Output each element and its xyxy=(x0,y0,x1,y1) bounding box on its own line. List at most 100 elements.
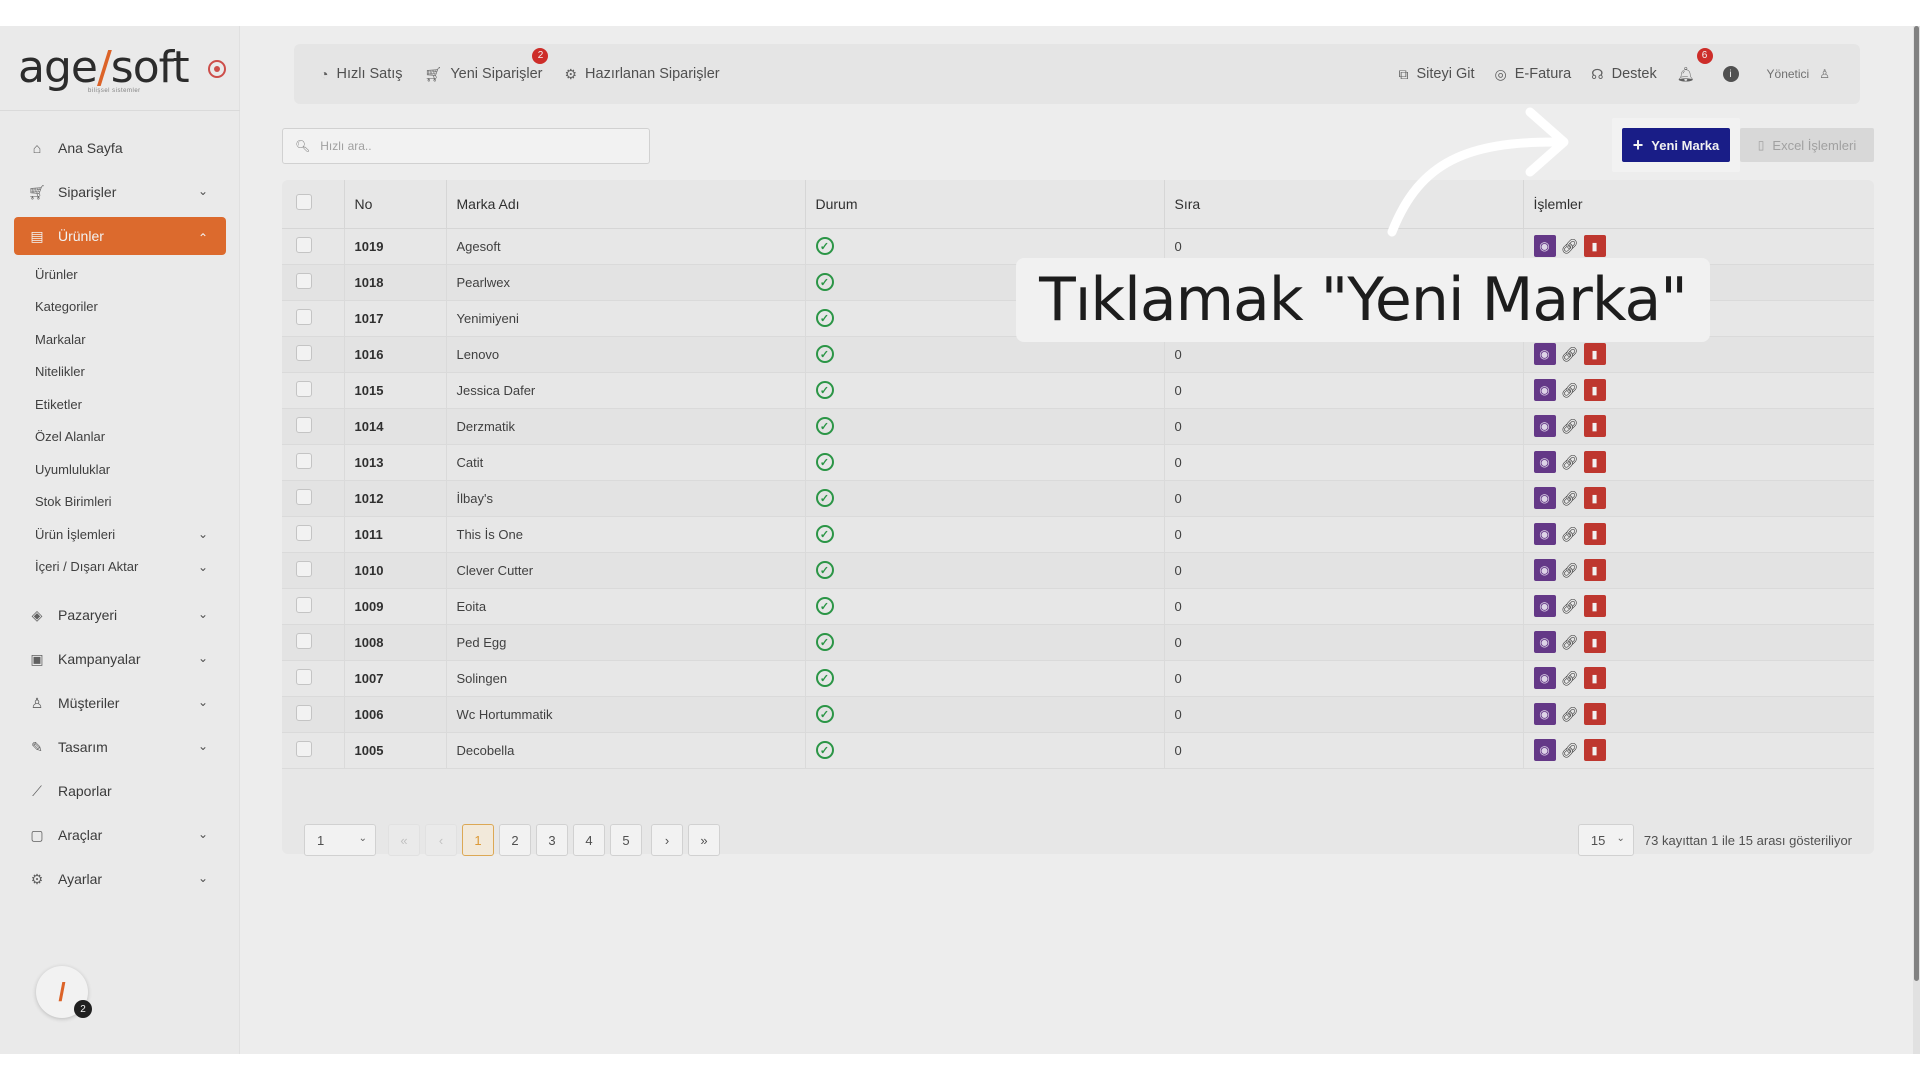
sub-item-urunler[interactable]: Ürünler xyxy=(14,258,226,291)
sub-item-etiketler[interactable]: Etiketler xyxy=(14,388,226,421)
view-button[interactable]: ◉ xyxy=(1533,523,1556,545)
topbar-destek[interactable]: ☊ Destek xyxy=(1591,66,1657,83)
delete-button[interactable]: ▮ xyxy=(1583,739,1606,761)
row-checkbox[interactable] xyxy=(296,740,312,757)
row-checkbox[interactable] xyxy=(296,344,312,361)
link-button[interactable]: 🔗︎ xyxy=(1558,559,1582,581)
delete-button[interactable]: ▮ xyxy=(1583,523,1606,545)
delete-button[interactable]: ▮ xyxy=(1583,415,1606,437)
page-button-5[interactable]: 5 xyxy=(610,824,642,856)
row-checkbox[interactable] xyxy=(296,380,312,397)
sidebar-item-araclar[interactable]: ▢ Araçlar ⌄ xyxy=(14,813,226,857)
target-icon[interactable] xyxy=(208,60,226,78)
sub-item-ozel-alanlar[interactable]: Özel Alanlar xyxy=(14,421,226,454)
sidebar-item-raporlar[interactable]: ⟋ Raporlar xyxy=(14,769,226,813)
link-button[interactable]: 🔗︎ xyxy=(1558,523,1582,545)
link-button[interactable]: 🔗︎ xyxy=(1558,343,1582,365)
row-checkbox[interactable] xyxy=(296,596,312,613)
view-button[interactable]: ◉ xyxy=(1533,559,1556,581)
view-button[interactable]: ◉ xyxy=(1533,595,1556,617)
view-button[interactable]: ◉ xyxy=(1533,739,1556,761)
page-button-4[interactable]: 4 xyxy=(573,824,605,856)
sub-item-iceri-disari-aktar[interactable]: İçeri / Dışarı Aktar ⌄ xyxy=(14,551,226,584)
sub-item-kategoriler[interactable]: Kategoriler xyxy=(14,291,226,324)
first-page-button[interactable]: « xyxy=(388,824,420,856)
per-page-select[interactable]: 15 ⌄ xyxy=(1577,824,1634,856)
sidebar-item-kampanyalar[interactable]: ▣ Kampanyalar ⌄ xyxy=(14,637,226,681)
sub-item-markalar[interactable]: Markalar xyxy=(14,323,226,356)
select-all-checkbox[interactable] xyxy=(296,194,312,211)
delete-button[interactable]: ▮ xyxy=(1583,559,1606,581)
header-no[interactable]: No xyxy=(344,180,447,229)
notifications[interactable]: 🔔︎ 6 xyxy=(1677,47,1713,83)
delete-button[interactable]: ▮ xyxy=(1583,595,1606,617)
link-button[interactable]: 🔗︎ xyxy=(1558,739,1582,761)
sub-item-urun-islemleri[interactable]: Ürün İşlemleri ⌄ xyxy=(14,518,226,551)
delete-button[interactable]: ▮ xyxy=(1583,451,1606,473)
scrollbar-thumb[interactable] xyxy=(1914,26,1919,981)
view-button[interactable]: ◉ xyxy=(1533,451,1556,473)
sub-item-nitelikler[interactable]: Nitelikler xyxy=(14,356,226,389)
row-checkbox[interactable] xyxy=(296,452,312,469)
delete-button[interactable]: ▮ xyxy=(1583,487,1606,509)
sidebar-item-urunler[interactable]: ▤ Ürünler ⌃ xyxy=(14,217,226,255)
row-checkbox[interactable] xyxy=(296,668,312,685)
row-checkbox[interactable] xyxy=(296,560,312,577)
topbar-yeni-siparisler[interactable]: 🛒︎ Yeni Siparişler 2 xyxy=(425,47,549,83)
topbar-hizli-satis[interactable]: ◔ Hızlı Satış xyxy=(320,66,403,82)
row-checkbox[interactable] xyxy=(296,488,312,505)
row-checkbox[interactable] xyxy=(296,524,312,541)
delete-button[interactable]: ▮ xyxy=(1583,343,1606,365)
view-button[interactable]: ◉ xyxy=(1533,379,1556,401)
delete-button[interactable]: ▮ xyxy=(1583,703,1606,725)
page-button-2[interactable]: 2 xyxy=(499,824,531,856)
delete-button[interactable]: ▮ xyxy=(1583,235,1606,257)
link-button[interactable]: 🔗︎ xyxy=(1558,451,1582,473)
topbar-siteyi-git[interactable]: ⧉ Siteyi Git xyxy=(1399,66,1475,83)
header-name[interactable]: Marka Adı xyxy=(446,180,806,229)
link-button[interactable]: 🔗︎ xyxy=(1558,415,1582,437)
link-button[interactable]: 🔗︎ xyxy=(1558,667,1582,689)
sidebar-item-ayarlar[interactable]: ⚙︎ Ayarlar ⌄ xyxy=(14,857,226,901)
page-button-1[interactable]: 1 xyxy=(462,824,494,856)
sidebar-item-tasarim[interactable]: ✎ Tasarım ⌄ xyxy=(14,725,226,769)
new-brand-button[interactable]: + Yeni Marka xyxy=(1622,128,1730,162)
link-button[interactable]: 🔗︎ xyxy=(1558,379,1582,401)
search-input[interactable] xyxy=(320,139,621,153)
delete-button[interactable]: ▮ xyxy=(1583,667,1606,689)
view-button[interactable]: ◉ xyxy=(1533,343,1556,365)
view-button[interactable]: ◉ xyxy=(1533,703,1556,725)
view-button[interactable]: ◉ xyxy=(1533,667,1556,689)
link-button[interactable]: 🔗︎ xyxy=(1558,595,1582,617)
link-button[interactable]: 🔗︎ xyxy=(1558,703,1582,725)
sidebar-item-pazaryeri[interactable]: ◈ Pazaryeri ⌄ xyxy=(14,593,226,637)
sub-item-uyumluluklar[interactable]: Uyumluluklar xyxy=(14,453,226,486)
page-select[interactable]: 1 ⌄ xyxy=(304,824,376,856)
page-button-3[interactable]: 3 xyxy=(536,824,568,856)
sidebar-item-musteriler[interactable]: ♙ Müşteriler ⌄ xyxy=(14,681,226,725)
row-checkbox[interactable] xyxy=(296,272,312,289)
view-button[interactable]: ◉ xyxy=(1533,631,1556,653)
sidebar-item-ana-sayfa[interactable]: ⌂ Ana Sayfa xyxy=(14,126,226,170)
info-button[interactable]: i xyxy=(1722,66,1747,82)
delete-button[interactable]: ▮ xyxy=(1583,379,1606,401)
sub-item-stok-birimleri[interactable]: Stok Birimleri xyxy=(14,486,226,519)
topbar-hazirlanan-siparisler[interactable]: ⚙︎ Hazırlanan Siparişler xyxy=(564,66,719,83)
row-checkbox[interactable] xyxy=(296,416,312,433)
search-box[interactable]: 🔍︎ xyxy=(282,128,650,164)
prev-page-button[interactable]: ‹ xyxy=(425,824,457,856)
user-menu[interactable]: Yönetici ♙ xyxy=(1767,67,1830,81)
topbar-e-fatura[interactable]: ◎ E-Fatura xyxy=(1495,66,1572,83)
link-button[interactable]: 🔗︎ xyxy=(1558,631,1582,653)
row-checkbox[interactable] xyxy=(296,704,312,721)
view-button[interactable]: ◉ xyxy=(1533,487,1556,509)
row-checkbox[interactable] xyxy=(296,632,312,649)
header-status[interactable]: Durum xyxy=(805,180,1165,229)
excel-button[interactable]: ▯ Excel İşlemleri xyxy=(1740,128,1874,162)
delete-button[interactable]: ▮ xyxy=(1583,631,1606,653)
link-button[interactable]: 🔗︎ xyxy=(1558,487,1582,509)
logo[interactable]: age/soft bilişsel sistemler xyxy=(18,44,190,100)
row-checkbox[interactable] xyxy=(296,236,312,253)
last-page-button[interactable]: » xyxy=(688,824,720,856)
next-page-button[interactable]: › xyxy=(651,824,683,856)
